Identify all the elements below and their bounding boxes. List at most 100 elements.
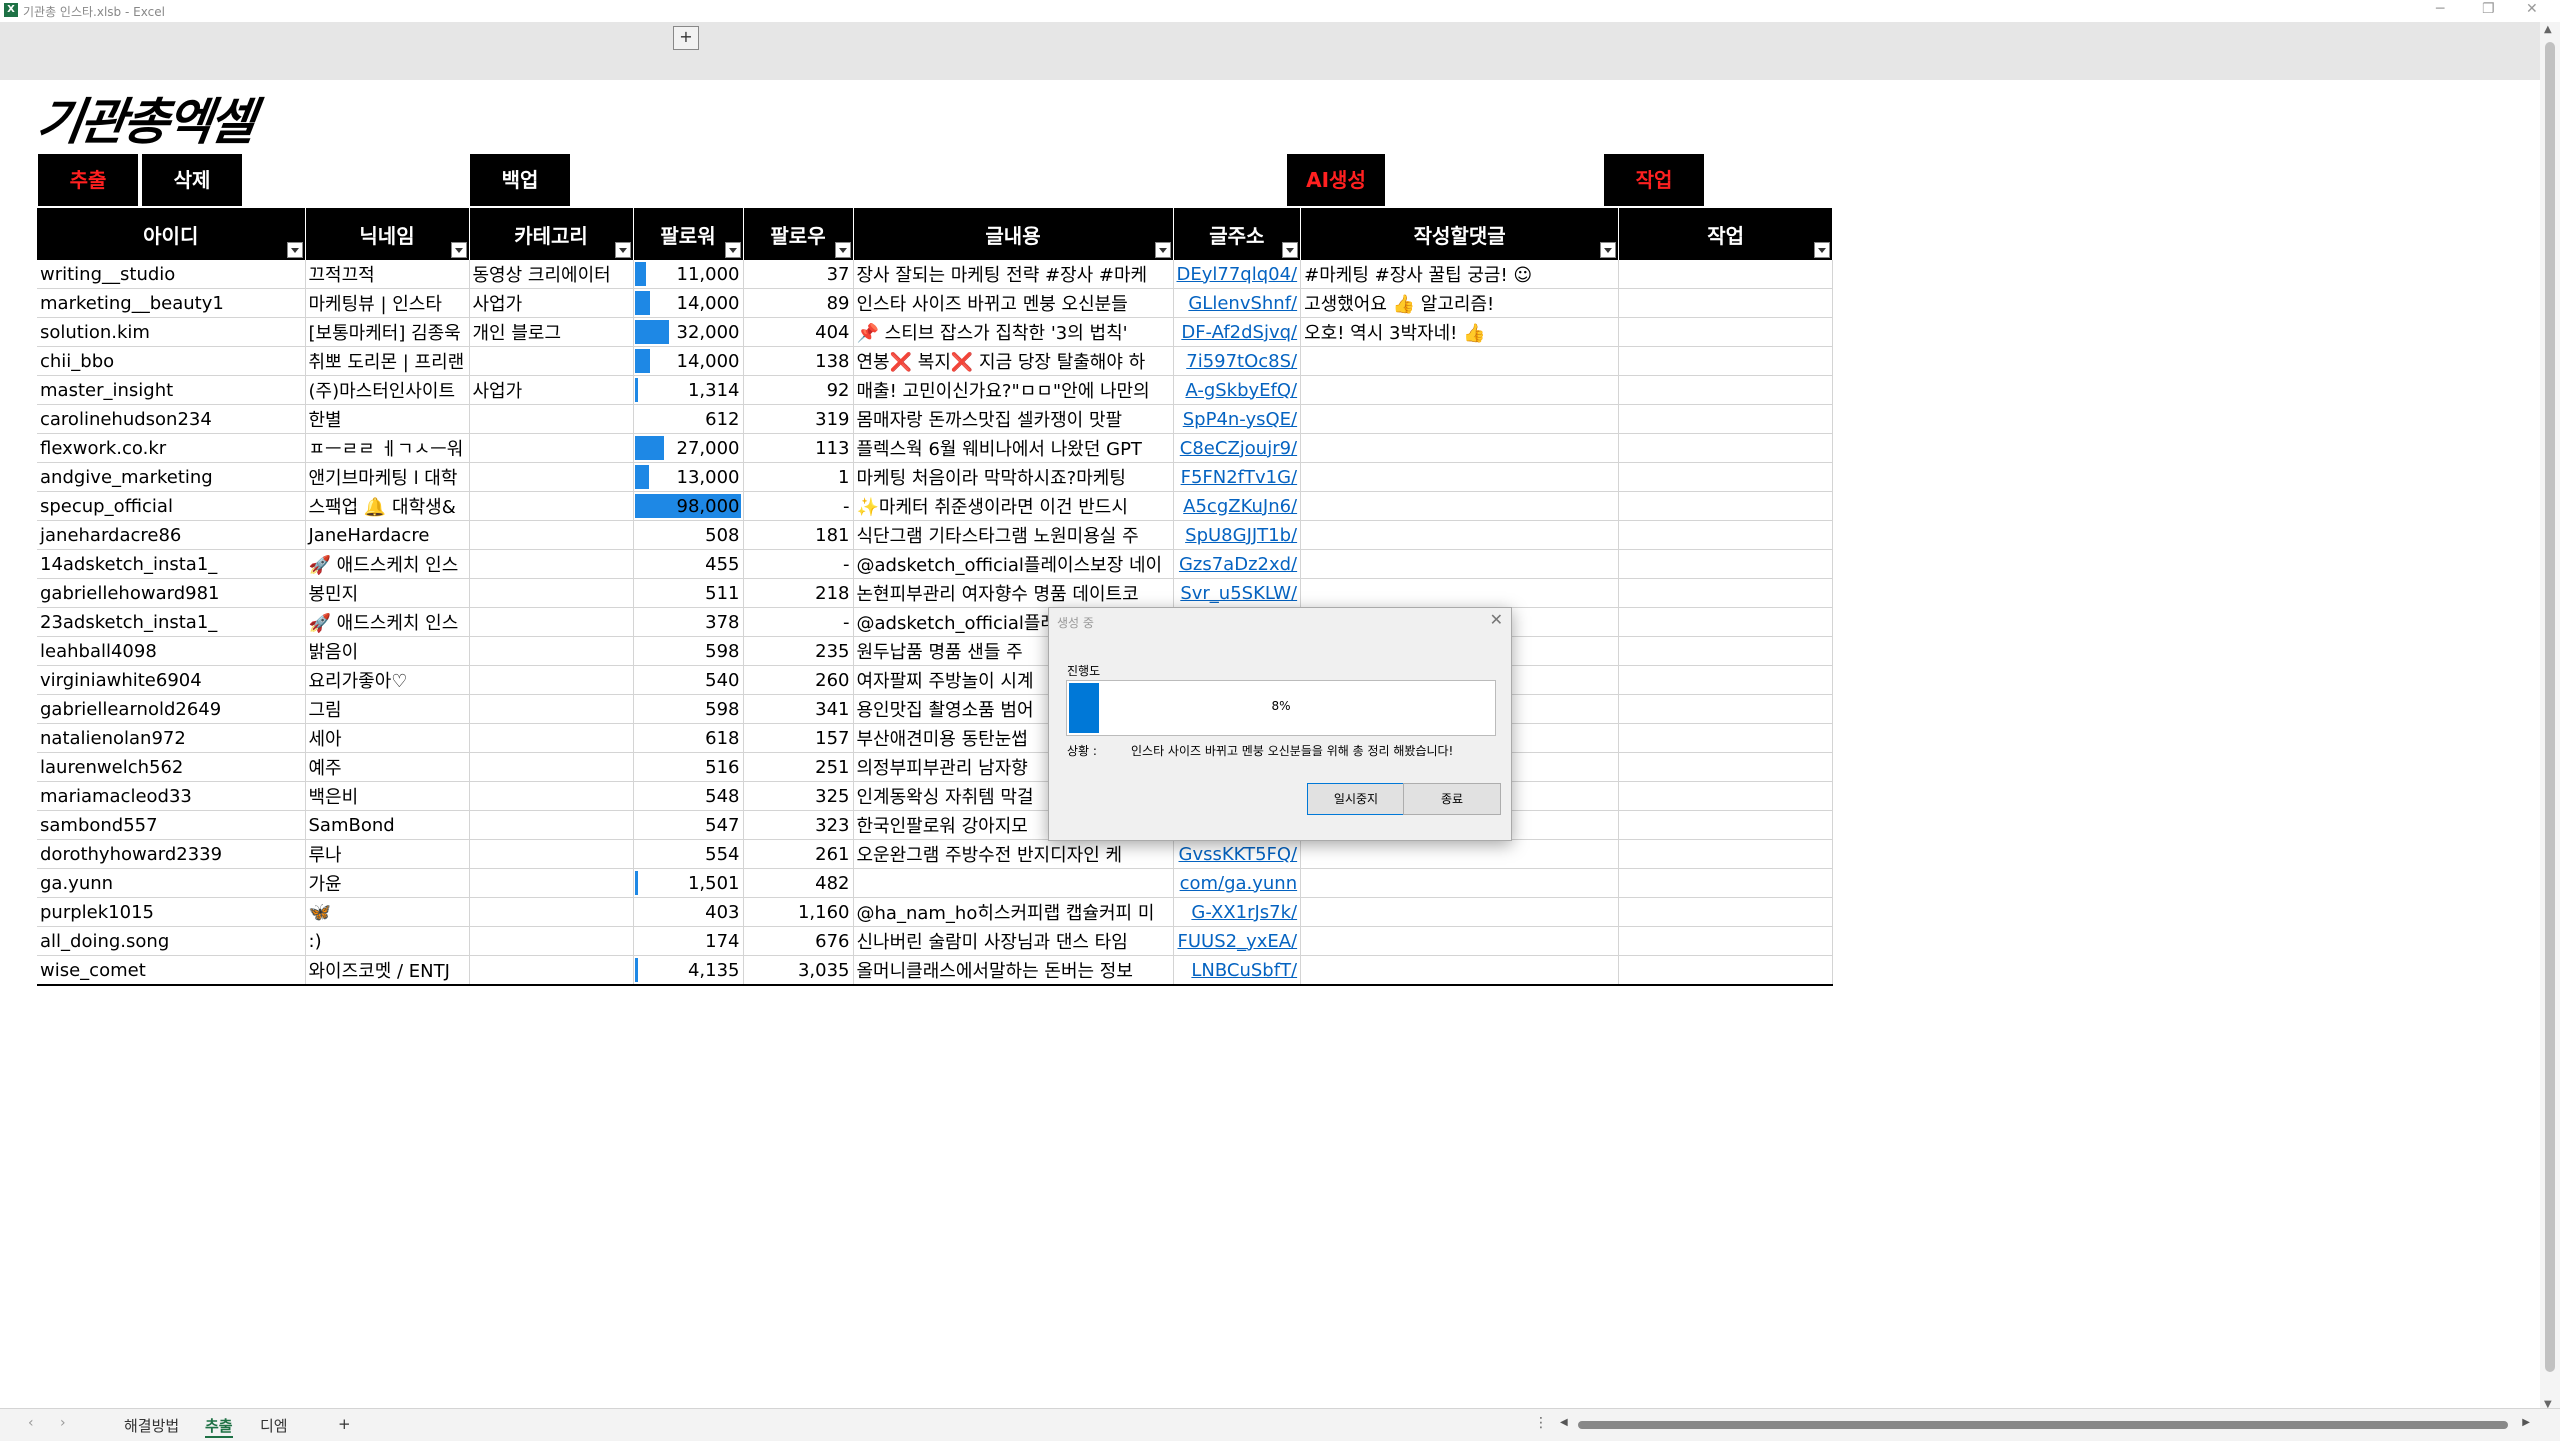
cell-work[interactable]: [1618, 607, 1834, 637]
cell-work[interactable]: [1618, 955, 1834, 986]
cell-followers[interactable]: 13,000: [633, 462, 744, 492]
cell-content[interactable]: 식단그램 기타스타그램 노원미용실 주: [853, 520, 1174, 550]
cell-work[interactable]: [1618, 723, 1834, 753]
cell-reply[interactable]: [1300, 520, 1620, 550]
cell-id[interactable]: all_doing.song: [37, 926, 306, 956]
cell-content[interactable]: 연봉❌ 복지❌ 지금 당장 탈출해야 하: [853, 346, 1174, 376]
scroll-left-icon[interactable]: ◀: [1560, 1417, 1568, 1428]
cell-url[interactable]: LNBCuSbfT/: [1173, 955, 1302, 986]
extract-button[interactable]: 추출: [38, 154, 138, 206]
dialog-close-icon[interactable]: ✕: [1490, 610, 1503, 629]
cell-follow[interactable]: 235: [743, 636, 854, 666]
cell-work[interactable]: [1618, 317, 1834, 347]
column-header[interactable]: 카테고리: [469, 208, 634, 260]
cell-reply[interactable]: 오호! 역시 3박자네! 👍: [1300, 317, 1620, 347]
cell-nickname[interactable]: 가윤: [305, 868, 470, 898]
cell-followers[interactable]: 14,000: [633, 346, 744, 376]
cell-followers[interactable]: 598: [633, 636, 744, 666]
cell-id[interactable]: ga.yunn: [37, 868, 306, 898]
cell-nickname[interactable]: 와이즈코멧 / ENTJ: [305, 955, 470, 986]
cell-followers[interactable]: 98,000: [633, 491, 744, 521]
cell-id[interactable]: laurenwelch562: [37, 752, 306, 782]
cell-category[interactable]: 사업가: [469, 375, 634, 405]
cell-content[interactable]: 마케팅 처음이라 막막하시죠?마케팅: [853, 462, 1174, 492]
cell-work[interactable]: [1618, 839, 1834, 869]
cell-follow[interactable]: 37: [743, 260, 854, 289]
cell-reply[interactable]: [1300, 868, 1620, 898]
delete-button[interactable]: 삭제: [142, 154, 242, 206]
cell-nickname[interactable]: 백은비: [305, 781, 470, 811]
filter-dropdown-icon[interactable]: [1600, 242, 1617, 258]
cell-followers[interactable]: 554: [633, 839, 744, 869]
cell-id[interactable]: leahball4098: [37, 636, 306, 666]
cell-follow[interactable]: 260: [743, 665, 854, 695]
cell-followers[interactable]: 618: [633, 723, 744, 753]
cell-nickname[interactable]: 밝음이: [305, 636, 470, 666]
cell-category[interactable]: [469, 723, 634, 753]
cell-follow[interactable]: 89: [743, 288, 854, 318]
cell-id[interactable]: janehardacre86: [37, 520, 306, 550]
cell-category[interactable]: [469, 868, 634, 898]
cell-follow[interactable]: -: [743, 491, 854, 521]
cell-follow[interactable]: 676: [743, 926, 854, 956]
cell-content[interactable]: ✨마케터 취준생이라면 이건 반드시: [853, 491, 1174, 521]
cell-content[interactable]: 플렉스웍 6월 웨비나에서 나왔던 GPT: [853, 433, 1174, 463]
cell-work[interactable]: [1618, 781, 1834, 811]
stop-button[interactable]: 종료: [1403, 783, 1501, 815]
cell-followers[interactable]: 548: [633, 781, 744, 811]
ai-generate-button[interactable]: AI생성: [1287, 154, 1385, 206]
cell-url[interactable]: com/ga.yunn: [1173, 868, 1302, 898]
cell-id[interactable]: specup_official: [37, 491, 306, 521]
cell-nickname[interactable]: 루나: [305, 839, 470, 869]
cell-work[interactable]: [1618, 636, 1834, 666]
cell-id[interactable]: solution.kim: [37, 317, 306, 347]
cell-category[interactable]: [469, 404, 634, 434]
cell-url[interactable]: F5FN2fTv1G/: [1173, 462, 1302, 492]
cell-url[interactable]: DF-Af2dSjvq/: [1173, 317, 1302, 347]
cell-follow[interactable]: 181: [743, 520, 854, 550]
cell-category[interactable]: [469, 346, 634, 376]
cell-followers[interactable]: 516: [633, 752, 744, 782]
cell-reply[interactable]: [1300, 897, 1620, 927]
cell-reply[interactable]: [1300, 926, 1620, 956]
column-header[interactable]: 글주소: [1173, 208, 1302, 260]
cell-follow[interactable]: 319: [743, 404, 854, 434]
cell-category[interactable]: [469, 839, 634, 869]
cell-category[interactable]: [469, 607, 634, 637]
cell-reply[interactable]: [1300, 375, 1620, 405]
restore-icon[interactable]: ❐: [2482, 1, 2495, 17]
cell-follow[interactable]: 404: [743, 317, 854, 347]
cell-work[interactable]: [1618, 897, 1834, 927]
cell-work[interactable]: [1618, 462, 1834, 492]
cell-nickname[interactable]: 🚀 애드스케치 인스: [305, 607, 470, 637]
cell-nickname[interactable]: 취뽀 도리몬 | 프리랜: [305, 346, 470, 376]
sheet-tab-solution[interactable]: 해결방법: [124, 1415, 179, 1436]
cell-follow[interactable]: 138: [743, 346, 854, 376]
cell-follow[interactable]: 323: [743, 810, 854, 840]
cell-followers[interactable]: 32,000: [633, 317, 744, 347]
cell-work[interactable]: [1618, 375, 1834, 405]
cell-content[interactable]: 매출! 고민이신가요?"ㅁㅁ"안에 나만의: [853, 375, 1174, 405]
cell-id[interactable]: 23adsketch_insta1_: [37, 607, 306, 637]
cell-id[interactable]: andgive_marketing: [37, 462, 306, 492]
cell-reply[interactable]: [1300, 462, 1620, 492]
cell-follow[interactable]: 113: [743, 433, 854, 463]
cell-category[interactable]: [469, 549, 634, 579]
horizontal-scrollbar[interactable]: ◀ ▶: [1560, 1417, 2530, 1431]
cell-work[interactable]: [1618, 694, 1834, 724]
cell-nickname[interactable]: 예주: [305, 752, 470, 782]
column-header[interactable]: 작성할댓글: [1300, 208, 1620, 260]
vertical-scroll-thumb[interactable]: [2545, 42, 2555, 1372]
cell-category[interactable]: [469, 752, 634, 782]
cell-nickname[interactable]: 봉민지: [305, 578, 470, 608]
cell-content[interactable]: 장사 잘되는 마케팅 전략 #장사 #마케: [853, 260, 1174, 289]
cell-follow[interactable]: 157: [743, 723, 854, 753]
cell-nickname[interactable]: [보통마케터] 김종욱: [305, 317, 470, 347]
cell-id[interactable]: writing__studio: [37, 260, 306, 289]
cell-category[interactable]: 개인 블로그: [469, 317, 634, 347]
cell-id[interactable]: dorothyhoward2339: [37, 839, 306, 869]
cell-url[interactable]: G-XX1rJs7k/: [1173, 897, 1302, 927]
cell-followers[interactable]: 4,135: [633, 955, 744, 986]
filter-dropdown-icon[interactable]: [614, 242, 631, 258]
cell-reply[interactable]: [1300, 549, 1620, 579]
